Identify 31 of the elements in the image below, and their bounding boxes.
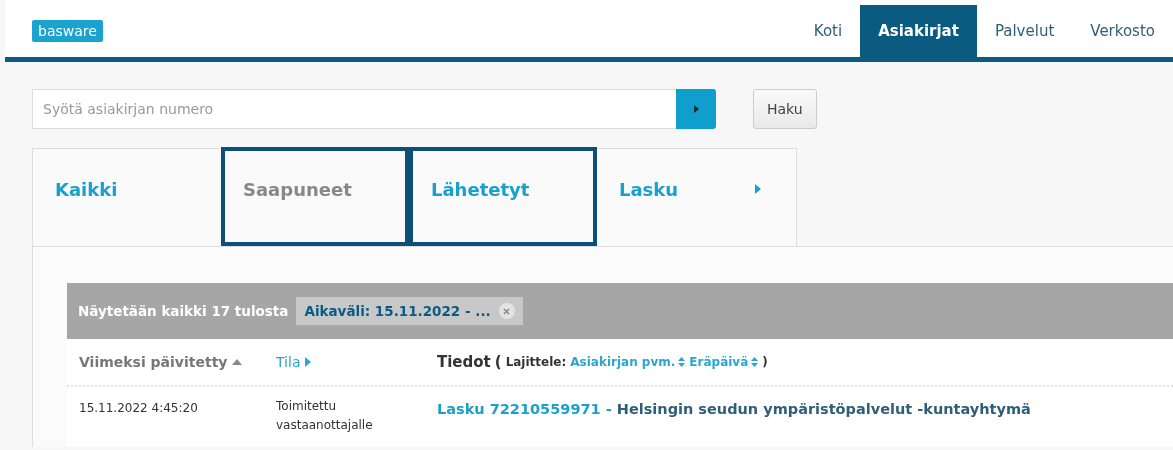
logo: basware <box>32 20 103 42</box>
filter-chip[interactable]: Aikaväli: 15.11.2022 - ... <box>296 297 523 325</box>
column-header[interactable]: Viimeksi päivitetty <box>79 354 228 370</box>
nav-tab[interactable]: Verkosto <box>1072 5 1173 57</box>
status-cell-text: Toimitettu vastaanottajalle <box>276 398 374 434</box>
play-icon <box>693 105 699 113</box>
column-header: Tiedot <box>437 353 491 371</box>
parenthesis: ) <box>762 355 768 369</box>
nav-tab[interactable]: Palvelut <box>976 5 1073 57</box>
updated-cell-text: 15.11.2022 4:45:20 <box>79 401 199 417</box>
sort-up-icon <box>232 359 243 365</box>
sort-icon <box>678 357 686 367</box>
close-icon[interactable] <box>498 303 515 319</box>
sort-label: Lajittele: <box>505 355 567 369</box>
document-tab[interactable]: Kaikki <box>33 147 221 246</box>
sort-link[interactable]: Asiakirjan pvm. <box>570 355 686 369</box>
search-field[interactable]: Syötä asiakirjan numero <box>32 89 676 129</box>
search-button[interactable]: Haku <box>753 89 817 129</box>
party-name: Helsingin seudun ympäristöpalvelut -kuntayhtymä <box>616 401 1031 417</box>
nav-tab[interactable]: Asiakirjat <box>860 5 977 57</box>
sort-link[interactable]: Eräpäivä <box>689 355 759 369</box>
document-link[interactable]: Lasku 72210559971 - <box>437 401 617 417</box>
nav-tab[interactable]: Koti <box>795 5 861 57</box>
results-summary: Näytetään kaikki 17 tulosta <box>78 303 289 319</box>
document-tab[interactable]: Lasku <box>597 147 785 246</box>
parenthesis: ( <box>494 353 502 371</box>
document-tab[interactable]: Saapuneet <box>221 147 409 246</box>
document-tab[interactable]: Lähetetyt <box>409 147 597 246</box>
sort-icon <box>751 357 759 367</box>
caret-icon <box>305 357 312 367</box>
column-header[interactable]: Tila <box>276 354 301 370</box>
